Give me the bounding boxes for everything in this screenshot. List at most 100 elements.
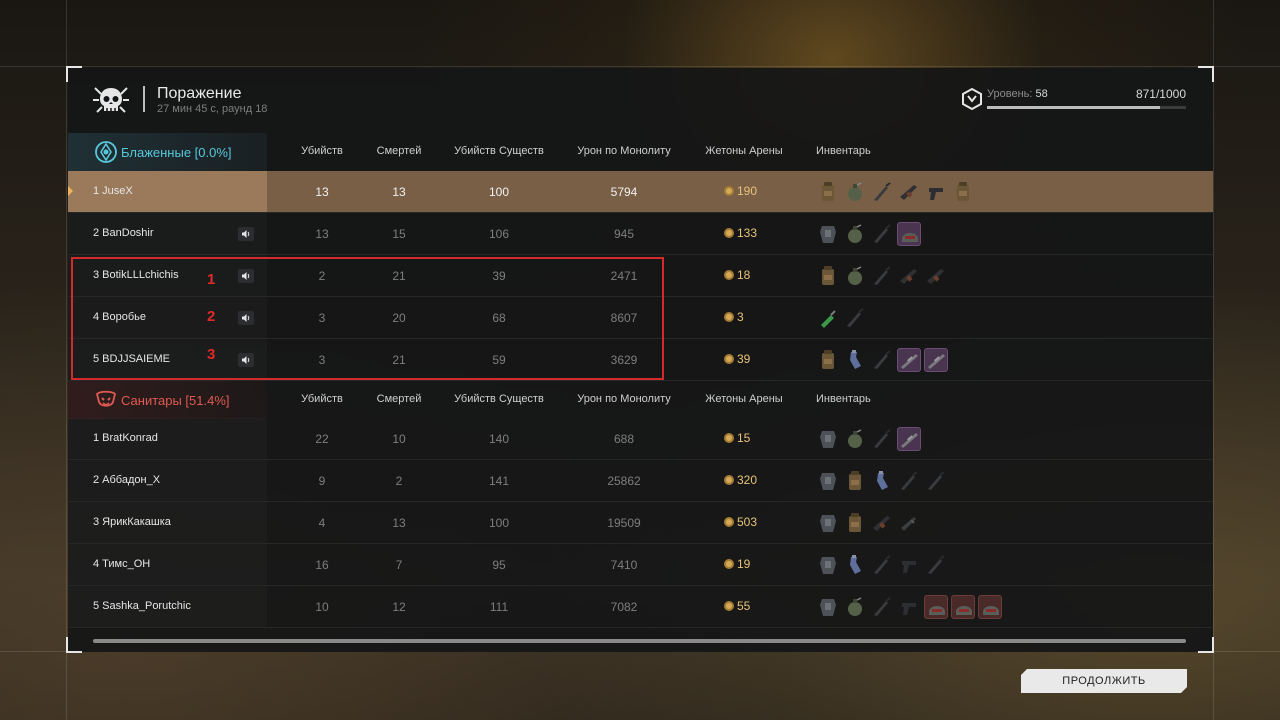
backpack-icon[interactable] [951,180,975,204]
player-row[interactable]: 4 Тимс_ОН 16 7 95 7410 19 [68,544,1213,586]
player-row[interactable]: 2 Аббадон_X 9 2 141 25862 320 [68,460,1213,502]
pistol-icon[interactable] [897,553,921,577]
sniper-icon[interactable] [924,348,948,372]
match-result-title: Поражение [157,85,242,102]
flask-icon[interactable] [843,553,867,577]
knife-icon[interactable] [897,469,921,493]
kills-value: 16 [315,558,329,572]
knife-icon[interactable] [843,306,867,330]
helmet-icon[interactable] [897,222,921,246]
deaths-value: 2 [395,474,403,488]
backpack-icon[interactable] [816,264,840,288]
header-separator [143,86,145,112]
creature-kills-value: 106 [488,227,510,241]
player-name: 5 Sashka_Porutchic [93,600,191,612]
token-coin-icon [724,559,734,569]
col-creature-kills: Убийств Существ [454,393,544,405]
player-name: 2 BanDoshir [93,227,154,239]
inventory-list [816,553,948,577]
team-header-blessed: Блаженные [0.0%] Убийств Смертей Убийств… [68,133,1213,171]
arena-tokens-value: 190 [737,184,758,198]
arena-tokens-value: 503 [737,515,758,529]
helmet-icon[interactable] [978,595,1002,619]
pistol-icon[interactable] [897,595,921,619]
shotgun-icon[interactable] [897,511,921,535]
backpack-icon[interactable] [816,180,840,204]
grenade-icon[interactable] [843,264,867,288]
grenade-icon[interactable] [843,427,867,451]
speaker-icon [242,230,250,238]
deaths-value: 10 [392,432,406,446]
col-inventory: Инвентарь [816,145,871,157]
armor-icon[interactable] [816,427,840,451]
continue-button[interactable]: ПРОДОЛЖИТЬ [1021,669,1187,693]
backpack-icon[interactable] [816,348,840,372]
col-kills: Убийств [301,393,343,405]
grenade-icon[interactable] [843,595,867,619]
armor-icon[interactable] [816,511,840,535]
knife-icon[interactable] [870,427,894,451]
flask-icon[interactable] [843,348,867,372]
orderlies-team-icon [96,390,116,407]
arena-tokens: 190 [724,184,757,198]
rifle-icon[interactable] [870,511,894,535]
creature-kills-value: 140 [488,432,510,446]
token-coin-icon [724,517,734,527]
token-coin-icon [724,354,734,364]
horizontal-scrollbar[interactable] [93,639,1186,643]
xp-progress-bar [987,106,1186,109]
backpack-icon[interactable] [843,511,867,535]
knife-icon[interactable] [870,348,894,372]
knife-icon[interactable] [924,469,948,493]
monolith-damage-value: 7082 [610,600,638,614]
knife-icon[interactable] [870,553,894,577]
knife-icon[interactable] [870,264,894,288]
armor-icon[interactable] [816,553,840,577]
armor-icon[interactable] [816,595,840,619]
flask-icon[interactable] [870,469,894,493]
inventory-list [816,222,921,246]
syringe-icon[interactable] [816,306,840,330]
blessed-team-icon [95,141,117,163]
inventory-list [816,595,1002,619]
player-row[interactable]: 1 JuseX 13 13 100 5794 190 [68,171,1213,213]
sniper-icon[interactable] [897,427,921,451]
rifle-icon[interactable] [924,264,948,288]
player-row[interactable]: 3 ЯрикКакашка 4 13 100 19509 503 [68,502,1213,544]
knife-icon[interactable] [924,553,948,577]
player-row[interactable]: 5 Sashka_Porutchic 10 12 111 7082 55 [68,586,1213,628]
kills-value: 10 [315,600,329,614]
sniper-icon[interactable] [897,348,921,372]
helmet-icon[interactable] [924,595,948,619]
player-row[interactable]: 2 BanDoshir 13 15 106 945 133 [68,213,1213,255]
bg-grid-line [66,0,67,720]
player-row[interactable]: 1 BratKonrad 22 10 140 688 15 [68,418,1213,460]
panel-corner [1198,637,1214,653]
armor-icon[interactable] [816,222,840,246]
token-coin-icon [724,186,734,196]
deaths-value: 12 [392,600,406,614]
col-kills: Убийств [301,145,343,157]
monolith-damage-value: 7410 [610,558,638,572]
team-header-orderlies: Санитары [51.4%] Убийств Смертей Убийств… [68,381,1213,419]
knife-icon[interactable] [870,222,894,246]
pistol-icon[interactable] [924,180,948,204]
token-coin-icon [724,601,734,611]
kills-value: 13 [315,227,329,241]
rifle-icon[interactable] [897,264,921,288]
col-deaths: Смертей [376,393,422,405]
grenade-icon[interactable] [843,222,867,246]
rifle-icon[interactable] [897,180,921,204]
knife-icon[interactable] [870,595,894,619]
backpack-icon[interactable] [843,469,867,493]
monolith-damage-value: 688 [613,432,635,446]
armor-icon[interactable] [816,469,840,493]
knife-icon[interactable] [870,180,894,204]
helmet-icon[interactable] [951,595,975,619]
voice-mute-button[interactable] [238,227,254,241]
arena-tokens: 18 [724,268,750,282]
inventory-list [816,264,948,288]
grenade-icon[interactable] [843,180,867,204]
arena-tokens: 320 [724,473,757,487]
inventory-list [816,427,921,451]
